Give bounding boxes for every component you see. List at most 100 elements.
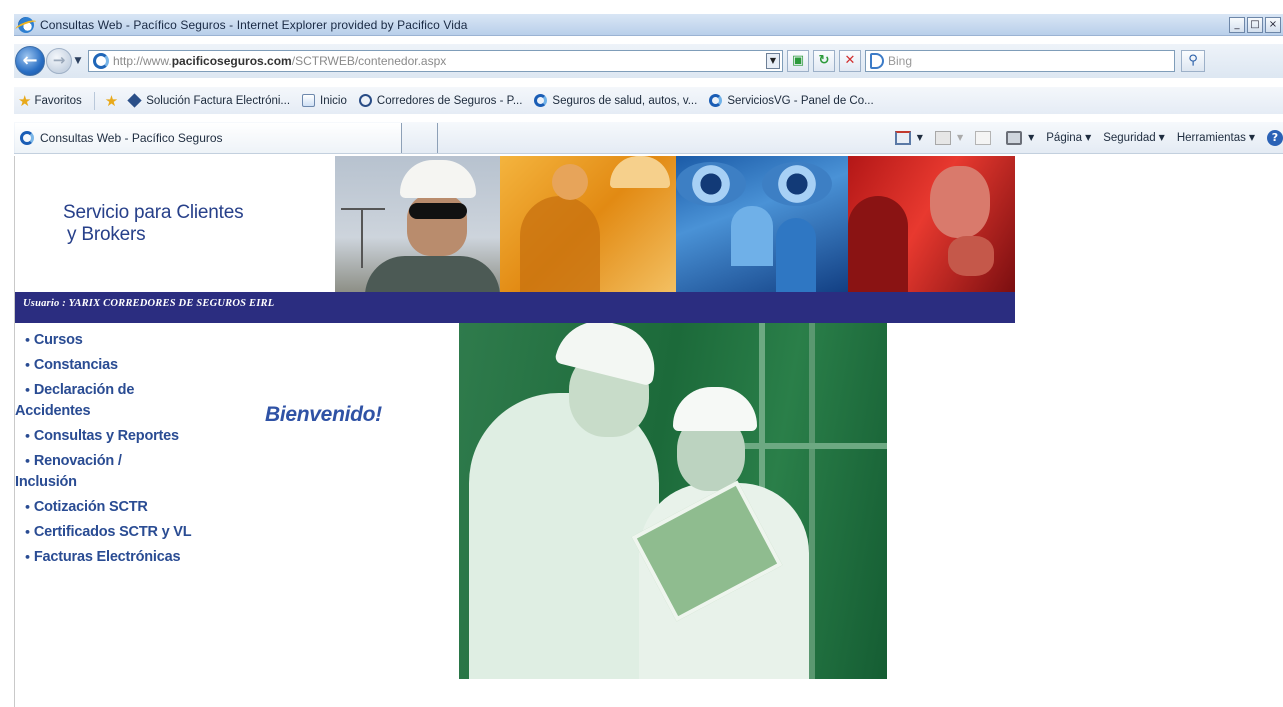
window-title: Consultas Web - Pacífico Seguros - Inter… <box>40 17 468 32</box>
address-bar[interactable]: http://www.pacificoseguros.com/SCTRWEB/c… <box>88 50 783 72</box>
bullet-icon: • <box>24 455 31 468</box>
security-menu[interactable]: Seguridad ▼ <box>1103 132 1165 144</box>
banner-photo-surgery <box>676 156 848 292</box>
bullet-icon: • <box>24 384 31 397</box>
bullet-icon: • <box>24 501 31 514</box>
figure-body <box>731 206 773 266</box>
crane-shape <box>361 208 363 268</box>
menu-item-facturas-electronicas[interactable]: • Facturas Electrónicas <box>15 547 255 568</box>
search-box[interactable]: Bing <box>865 50 1175 72</box>
add-favorite-icon[interactable]: ★ <box>105 92 118 110</box>
menu-item-label: Facturas Electrónicas <box>33 549 181 565</box>
stop-icon[interactable]: ✕ <box>839 50 861 72</box>
site-banner: Servicio para Clientes y Brokers <box>15 156 1015 292</box>
history-dropdown-icon[interactable]: ▼ <box>72 56 84 66</box>
navigation-bar: ← → ▼ http://www.pacificoseguros.com/SCT… <box>14 44 1283 78</box>
menu-item-label: Consultas y Reportes <box>33 428 179 444</box>
scaffold-shape <box>739 443 887 449</box>
feeds-icon <box>934 130 951 145</box>
page-icon <box>302 94 316 107</box>
menu-item-cursos[interactable]: • Cursos <box>15 330 255 351</box>
site-favicon-icon <box>93 53 109 69</box>
address-url[interactable]: http://www.pacificoseguros.com/SCTRWEB/c… <box>113 54 446 68</box>
maximize-button[interactable]: □ <box>1247 16 1263 33</box>
menu-item-constancias[interactable]: • Constancias <box>15 355 255 376</box>
minimize-button[interactable]: _ <box>1229 16 1245 33</box>
tools-menu-label: Herramientas <box>1176 131 1246 144</box>
home-button[interactable]: ▼ <box>894 130 923 145</box>
internet-explorer-icon <box>18 16 34 33</box>
divider <box>93 91 95 110</box>
menu-item-label: Renovación / <box>33 453 122 469</box>
menu-item-declaracion-accidentes[interactable]: • Declaración de Accidentes <box>15 380 255 422</box>
menu-item-label: Declaración de <box>33 382 135 398</box>
menu-item-label: Cotización SCTR <box>33 499 148 515</box>
new-tab-button[interactable] <box>402 122 438 153</box>
menu-item-cotizacion-sctr[interactable]: • Cotización SCTR <box>15 497 255 518</box>
tab-consultas-web[interactable]: Consultas Web - Pacífico Seguros <box>15 122 402 153</box>
favorite-item-serviciosvg[interactable]: ServiciosVG - Panel de Co... <box>709 94 874 107</box>
sunglasses-shape <box>409 203 467 219</box>
menu-item-label-wrap: Inclusión <box>15 474 77 490</box>
forward-button[interactable]: → <box>46 48 72 74</box>
favorites-button[interactable]: ★ Favoritos <box>14 92 82 110</box>
figure-hand <box>948 236 994 276</box>
back-button[interactable]: ← <box>15 46 45 76</box>
bullet-icon: • <box>24 551 31 564</box>
favorite-item-label: ServiciosVG - Panel de Co... <box>727 94 874 107</box>
print-button[interactable]: ▼ <box>1006 130 1034 145</box>
menu-item-consultas-reportes[interactable]: • Consultas y Reportes <box>15 426 255 447</box>
favorite-item-inicio[interactable]: Inicio <box>302 94 347 107</box>
feeds-button[interactable]: ▼ <box>934 130 963 145</box>
menu-item-label: Cursos <box>33 332 83 348</box>
command-bar: ▼ ▼ ▼ Página ▼ Seguridad ▼ Herramientas ▼ ? <box>894 129 1283 146</box>
menu-item-label-wrap: Accidentes <box>15 403 91 419</box>
address-dropdown-icon[interactable]: ▼ <box>766 53 780 69</box>
user-bar: Usuario : YARIX CORREDORES DE SEGUROS EI… <box>15 292 1015 323</box>
welcome-heading: Bienvenido! <box>265 403 382 426</box>
menu-item-label: Certificados SCTR y VL <box>33 524 192 540</box>
window-controls: _ □ × <box>1229 16 1281 33</box>
help-icon: ? <box>1267 129 1283 146</box>
hard-hat-shape <box>673 387 757 431</box>
search-button-icon[interactable]: ⚲ <box>1181 50 1205 72</box>
help-button[interactable]: ? <box>1267 129 1283 146</box>
close-button[interactable]: × <box>1265 16 1281 33</box>
mail-icon <box>975 130 992 145</box>
page-menu-label: Página <box>1046 131 1083 144</box>
favorite-item-seguros-salud[interactable]: Seguros de salud, autos, v... <box>534 94 697 107</box>
figure-body <box>848 196 908 292</box>
bullet-icon: • <box>24 334 31 347</box>
crane-shape <box>341 208 385 210</box>
mail-button[interactable] <box>975 130 994 145</box>
scaffold-shape <box>809 323 815 679</box>
favorite-item-corredores[interactable]: Corredores de Seguros - P... <box>358 94 522 107</box>
favorites-label: Favoritos <box>34 94 82 107</box>
compatibility-view-icon[interactable]: ▣ <box>787 50 809 72</box>
figure-body <box>776 218 816 292</box>
figure-body <box>365 256 500 292</box>
pacifico-icon <box>534 94 548 107</box>
banner-photo-red <box>848 156 1015 292</box>
sidebar-menu: • Cursos • Constancias • Declaración de Acci… <box>15 330 255 572</box>
brand-title: Servicio para Clientes y Brokers <box>63 202 244 246</box>
favorite-item-factura[interactable]: Solución Factura Electróni... <box>127 93 290 108</box>
banner-photo-engineer <box>335 156 500 292</box>
page-menu[interactable]: Página ▼ <box>1046 132 1091 144</box>
brand-line-1: Servicio para Clientes <box>63 202 244 223</box>
print-icon <box>1006 130 1023 145</box>
menu-item-renovacion-inclusion[interactable]: • Renovación / Inclusión <box>15 451 255 493</box>
figure-body <box>520 196 600 292</box>
page-content: Servicio para Clientes y Brokers Usuario… <box>14 156 1283 707</box>
tools-menu[interactable]: Herramientas ▼ <box>1177 132 1255 144</box>
figure-face <box>930 166 990 238</box>
search-placeholder[interactable]: Bing <box>888 54 912 68</box>
menu-item-certificados[interactable]: • Certificados SCTR y VL <box>15 522 255 543</box>
favorites-star-icon: ★ <box>18 91 32 110</box>
compass-icon <box>358 94 372 107</box>
security-menu-label: Seguridad <box>1103 131 1156 144</box>
favorite-item-label: Inicio <box>320 94 347 107</box>
home-icon <box>894 130 911 145</box>
refresh-icon[interactable]: ↻ <box>813 50 835 72</box>
figure-face <box>552 164 588 200</box>
